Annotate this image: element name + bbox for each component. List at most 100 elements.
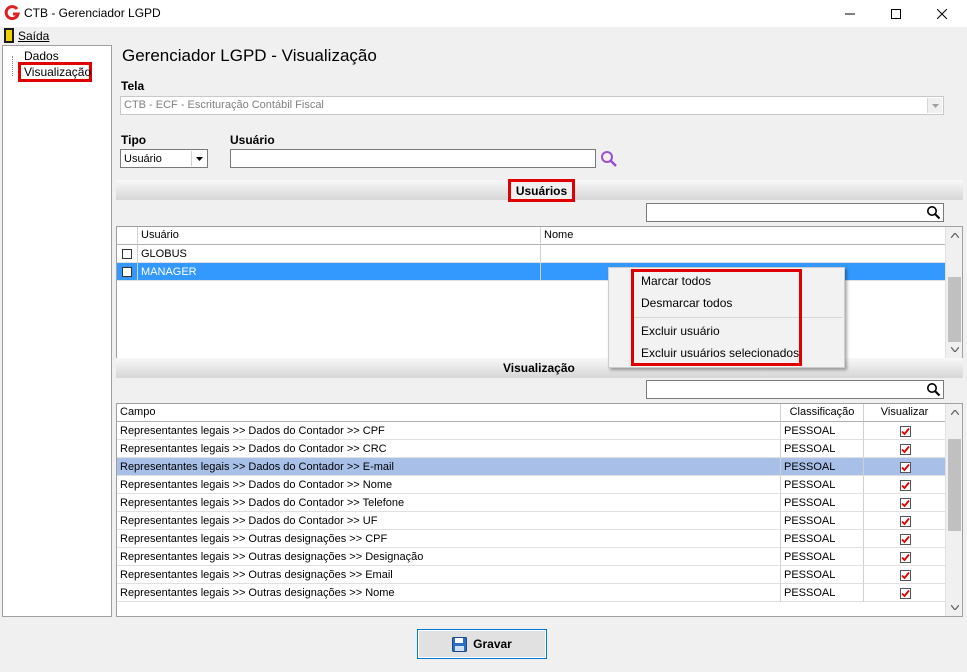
visualizar-checkbox[interactable] xyxy=(900,552,911,563)
chevron-down-icon xyxy=(191,151,206,166)
checkmark-icon xyxy=(901,589,910,598)
scroll-down-icon[interactable] xyxy=(946,599,962,616)
classificacao-cell: PESSOAL xyxy=(781,422,864,440)
column-header-visualizar[interactable]: Visualizar xyxy=(864,404,946,422)
row-checkbox[interactable] xyxy=(122,267,132,277)
gravar-button-label: Gravar xyxy=(473,637,512,651)
visualizacao-scrollbar[interactable] xyxy=(945,404,962,616)
window-title: CTB - Gerenciador LGPD xyxy=(24,6,161,20)
nome-cell xyxy=(541,245,946,263)
table-row[interactable]: Representantes legais >> Outras designaç… xyxy=(117,530,946,548)
visualizar-cell xyxy=(864,566,946,584)
table-row[interactable]: Representantes legais >> Dados do Contad… xyxy=(117,512,946,530)
tree-item-dados[interactable]: Dados xyxy=(24,49,59,63)
visualizar-cell xyxy=(864,440,946,458)
visualizar-checkbox[interactable] xyxy=(900,588,911,599)
row-checkbox-cell xyxy=(117,245,138,263)
app-logo-icon xyxy=(4,5,20,21)
table-row[interactable]: Representantes legais >> Dados do Contad… xyxy=(117,476,946,494)
column-header-checkbox xyxy=(117,227,138,245)
table-row[interactable]: GLOBUS xyxy=(117,245,946,263)
scroll-up-icon[interactable] xyxy=(946,227,962,244)
classificacao-cell: PESSOAL xyxy=(781,458,864,476)
classificacao-cell: PESSOAL xyxy=(781,548,864,566)
tela-label: Tela xyxy=(121,79,145,93)
context-menu-highlight xyxy=(631,269,802,366)
classificacao-cell: PESSOAL xyxy=(781,476,864,494)
table-row[interactable]: Representantes legais >> Outras designaç… xyxy=(117,584,946,602)
usuarios-section-title: Usuários xyxy=(508,179,575,202)
tree-item-visualizacao[interactable]: Visualização xyxy=(18,62,92,82)
maximize-button[interactable] xyxy=(873,0,919,27)
checkmark-icon xyxy=(901,553,910,562)
row-checkbox[interactable] xyxy=(122,249,132,259)
table-row[interactable]: Representantes legais >> Dados do Contad… xyxy=(117,494,946,512)
close-button[interactable] xyxy=(919,0,965,27)
campo-cell: Representantes legais >> Dados do Contad… xyxy=(117,440,781,458)
column-header-campo[interactable]: Campo xyxy=(117,404,781,422)
exit-door-icon xyxy=(4,28,14,43)
scrollbar-thumb[interactable] xyxy=(948,439,961,531)
usuario-input[interactable] xyxy=(230,149,596,168)
maximize-icon xyxy=(891,8,901,19)
minimize-button[interactable] xyxy=(827,0,873,27)
campo-cell: Representantes legais >> Dados do Contad… xyxy=(117,476,781,494)
checkmark-icon xyxy=(901,499,910,508)
navigation-tree xyxy=(2,45,112,617)
visualizar-checkbox[interactable] xyxy=(900,426,911,437)
visualizacao-section-title: Visualização xyxy=(503,361,575,375)
search-icon[interactable] xyxy=(600,150,618,168)
classificacao-cell: PESSOAL xyxy=(781,584,864,602)
campo-cell: Representantes legais >> Outras designaç… xyxy=(117,530,781,548)
menu-item-saida-label: Saída xyxy=(18,29,50,43)
visualizar-checkbox[interactable] xyxy=(900,480,911,491)
visualizar-checkbox[interactable] xyxy=(900,498,911,509)
tipo-select-value: Usuário xyxy=(124,153,162,165)
search-icon[interactable] xyxy=(926,382,941,397)
menu-item-saida[interactable]: Saída xyxy=(18,29,49,43)
table-row[interactable]: Representantes legais >> Outras designaç… xyxy=(117,548,946,566)
visualizar-checkbox[interactable] xyxy=(900,534,911,545)
column-header-usuario[interactable]: Usuário xyxy=(138,227,541,245)
visualizar-checkbox[interactable] xyxy=(900,462,911,473)
campo-cell: Representantes legais >> Outras designaç… xyxy=(117,548,781,566)
search-icon[interactable] xyxy=(926,205,941,220)
visualizar-cell xyxy=(864,476,946,494)
menu-bar xyxy=(0,27,967,45)
visualizar-cell xyxy=(864,494,946,512)
tela-select[interactable]: CTB - ECF - Escrituração Contábil Fiscal xyxy=(120,96,944,115)
usuarios-search-input[interactable] xyxy=(646,203,944,222)
classificacao-cell: PESSOAL xyxy=(781,566,864,584)
scrollbar-thumb[interactable] xyxy=(948,277,961,342)
visualizar-checkbox[interactable] xyxy=(900,570,911,581)
campo-cell: Representantes legais >> Outras designaç… xyxy=(117,566,781,584)
visualizar-checkbox[interactable] xyxy=(900,516,911,527)
table-row[interactable]: Representantes legais >> Dados do Contad… xyxy=(117,458,946,476)
usuarios-scrollbar[interactable] xyxy=(945,227,962,358)
checkmark-icon xyxy=(901,571,910,580)
visualizar-cell xyxy=(864,422,946,440)
column-header-classificacao[interactable]: Classificação xyxy=(781,404,864,422)
table-row[interactable]: Representantes legais >> Dados do Contad… xyxy=(117,422,946,440)
visualizacao-search-input[interactable] xyxy=(646,380,944,399)
row-checkbox-cell xyxy=(117,263,138,281)
campo-cell: Representantes legais >> Dados do Contad… xyxy=(117,512,781,530)
campo-cell: Representantes legais >> Dados do Contad… xyxy=(117,494,781,512)
checkmark-icon xyxy=(901,427,910,436)
classificacao-cell: PESSOAL xyxy=(781,440,864,458)
scroll-down-icon[interactable] xyxy=(946,341,962,358)
tipo-label: Tipo xyxy=(121,133,147,147)
column-header-nome[interactable]: Nome xyxy=(541,227,946,245)
checkmark-icon xyxy=(901,535,910,544)
classificacao-cell: PESSOAL xyxy=(781,494,864,512)
checkmark-icon xyxy=(901,445,910,454)
visualizar-cell xyxy=(864,530,946,548)
visualizar-checkbox[interactable] xyxy=(900,444,911,455)
gravar-button[interactable]: Gravar xyxy=(417,629,547,659)
minimize-icon xyxy=(845,13,855,14)
table-row[interactable]: Representantes legais >> Dados do Contad… xyxy=(117,440,946,458)
scroll-up-icon[interactable] xyxy=(946,404,962,421)
table-row[interactable]: Representantes legais >> Outras designaç… xyxy=(117,566,946,584)
tipo-select[interactable]: Usuário xyxy=(120,149,208,168)
classificacao-cell: PESSOAL xyxy=(781,530,864,548)
